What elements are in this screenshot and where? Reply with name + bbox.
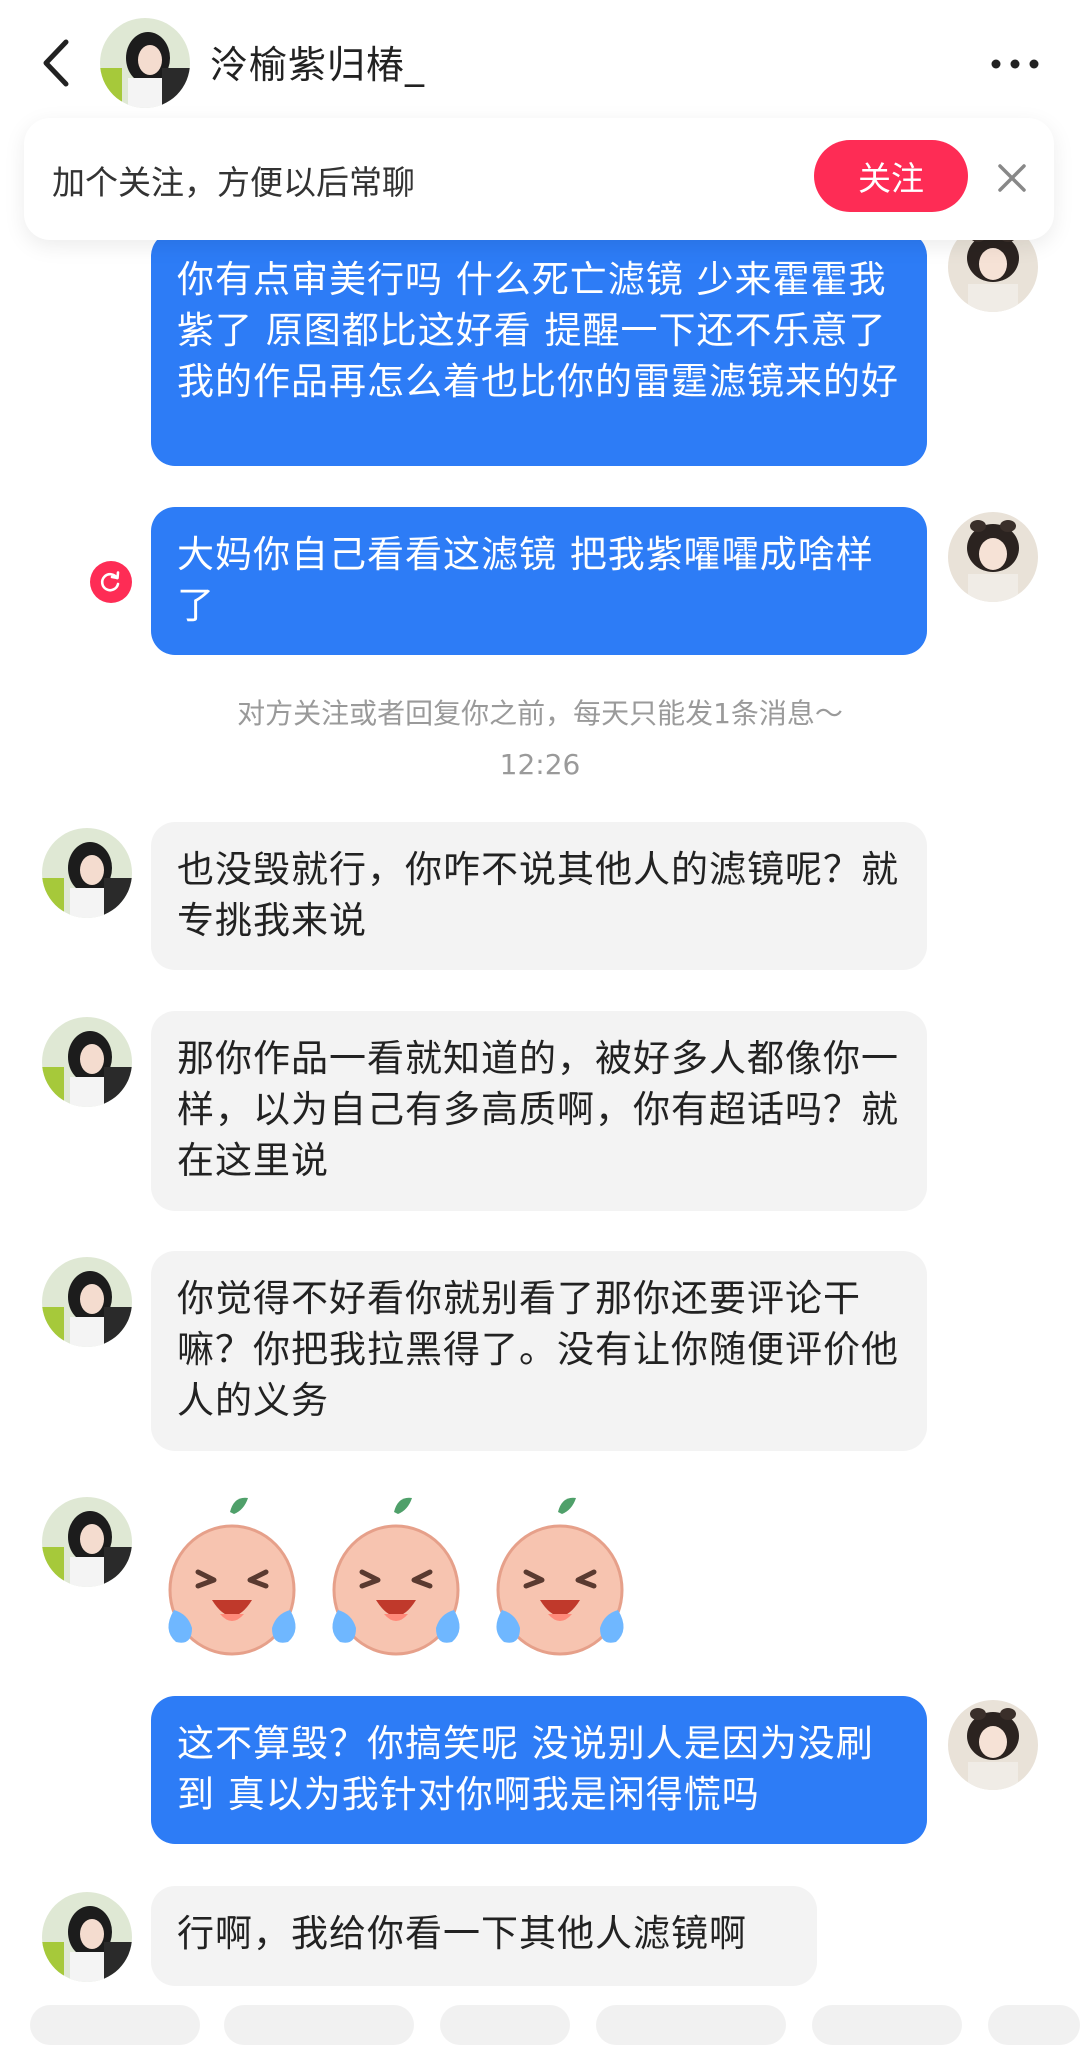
my-avatar[interactable] [948,512,1038,602]
crying-laughing-peach-sticker[interactable] [480,1490,640,1660]
more-dots-icon[interactable] [980,44,1050,84]
contact-message-bubble[interactable]: 那你作品一看就知道的，被好多人都像你一样，以为自己有多高质啊，你有超话吗？就在这… [151,1011,927,1211]
crying-laughing-peach-sticker[interactable] [152,1490,312,1660]
contact-message-bubble[interactable]: 也没毁就行，你咋不说其他人的滤镜呢？就专挑我来说 [151,822,927,970]
timestamp: 12:26 [499,748,581,781]
quick-reply-chip[interactable] [30,2005,200,2045]
system-notice: 对方关注或者回复你之前，每天只能发1条消息～ [237,697,843,730]
follow-button[interactable]: 关注 [814,140,968,212]
my-message-bubble[interactable]: 这不算毁？你搞笑呢 没说别人是因为没刷到 真以为我针对你啊我是闲得慌吗 [151,1696,927,1844]
quick-reply-chip[interactable] [988,2005,1080,2045]
quick-reply-row [0,2005,1080,2045]
my-message-bubble[interactable]: 大妈你自己看看这滤镜 把我紫嚯嚯成啥样了 [151,507,927,655]
quick-reply-chip[interactable] [440,2005,570,2045]
my-message-bubble[interactable]: 你有点审美行吗 什么死亡滤镜 少来霍霍我紫了 原图都比这好看 提醒一下还不乐意了… [151,232,927,466]
contact-message-bubble[interactable]: 你觉得不好看你就别看了那你还要评论干嘛？你把我拉黑得了。没有让你随便评价他人的义… [151,1251,927,1451]
close-icon[interactable] [992,158,1032,198]
contact-avatar[interactable] [42,1497,132,1587]
quick-reply-chip[interactable] [812,2005,962,2045]
crying-laughing-peach-sticker[interactable] [316,1490,476,1660]
resend-icon[interactable] [90,561,132,603]
contact-avatar[interactable] [42,1257,132,1347]
my-avatar[interactable] [948,1700,1038,1790]
contact-avatar[interactable] [42,828,132,918]
chat-header: 泠榆紫归椿_ [0,0,1080,125]
contact-message-bubble[interactable]: 行啊，我给你看一下其他人滤镜啊 [151,1886,817,1986]
follow-prompt-text: 加个关注，方便以后常聊 [52,163,415,202]
contact-avatar[interactable] [42,1892,132,1982]
contact-name[interactable]: 泠榆紫归椿_ [210,34,425,89]
quick-reply-chip[interactable] [596,2005,786,2045]
follow-prompt-banner: 加个关注，方便以后常聊 关注 [24,118,1054,240]
quick-reply-chip[interactable] [224,2005,414,2045]
contact-avatar[interactable] [100,18,190,108]
contact-avatar[interactable] [42,1017,132,1107]
chevron-left-icon[interactable] [30,28,90,98]
